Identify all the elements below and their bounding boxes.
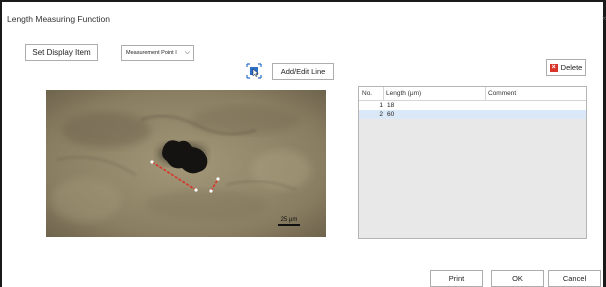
microscope-image[interactable]: 25 μm <box>46 90 326 237</box>
table-header: No. Length (μm) Comment <box>359 87 586 101</box>
selection-arrow-icon[interactable] <box>246 63 262 79</box>
chevron-down-icon: ⌵ <box>184 49 190 56</box>
cell-length: 60 <box>387 111 395 118</box>
column-header-no: No. <box>362 90 373 97</box>
scale-bar <box>278 224 300 226</box>
window-frame-top <box>0 0 606 2</box>
add-edit-line-button[interactable]: Add/Edit Line <box>272 63 334 80</box>
cell-length: 18 <box>387 102 395 109</box>
measurement-point[interactable] <box>194 188 198 192</box>
measurement-point[interactable] <box>216 177 220 181</box>
delete-x-icon: × <box>549 63 558 72</box>
measurement-table[interactable]: No. Length (μm) Comment 1 18 2 60 <box>358 86 587 239</box>
close-icon[interactable]: × <box>602 14 606 23</box>
cell-no: 1 <box>379 102 383 109</box>
cell-no: 2 <box>379 111 383 118</box>
ok-button[interactable]: OK <box>491 270 544 287</box>
cancel-button[interactable]: Cancel <box>548 270 601 287</box>
measurement-point[interactable] <box>150 160 154 164</box>
window-frame-left <box>0 0 2 287</box>
microscope-image-canvas: 25 μm <box>46 90 326 237</box>
scale-bar-label: 25 μm <box>281 217 298 223</box>
table-row[interactable]: 1 18 <box>359 101 586 110</box>
print-button[interactable]: Print <box>430 270 483 287</box>
set-display-item-button[interactable]: Set Display Item <box>25 44 98 61</box>
measurement-point-select[interactable]: Measurement Point I ⌵ <box>121 45 194 61</box>
delete-button[interactable]: × Delete <box>546 59 586 76</box>
window-title: Length Measuring Function <box>7 14 111 24</box>
column-header-comment: Comment <box>488 90 517 97</box>
measurement-point[interactable] <box>209 189 213 193</box>
table-row-selected[interactable]: 2 60 <box>359 110 586 119</box>
column-header-length: Length (μm) <box>386 90 422 97</box>
measurement-point-select-value: Measurement Point I <box>126 50 177 56</box>
delete-button-label: Delete <box>560 63 583 72</box>
